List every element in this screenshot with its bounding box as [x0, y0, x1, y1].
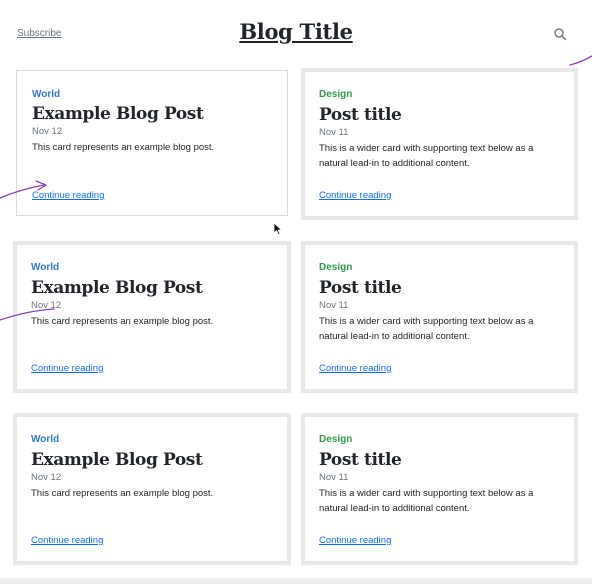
- blog-title[interactable]: Blog Title: [0, 19, 592, 44]
- card-category[interactable]: Design: [319, 262, 352, 273]
- card-title: Example Blog Post: [31, 278, 203, 298]
- card-date: Nov 11: [319, 127, 349, 138]
- card-category[interactable]: World: [32, 89, 60, 100]
- blog-card: World Example Blog Post Nov 12 This card…: [16, 70, 288, 216]
- card-excerpt: This is a wider card with supporting tex…: [319, 316, 534, 342]
- blog-card: Design Post title Nov 11 This is a wider…: [301, 68, 578, 220]
- card-excerpt: This is a wider card with supporting tex…: [319, 488, 534, 514]
- card-excerpt: This card represents an example blog pos…: [31, 488, 214, 499]
- card-date: Nov 12: [31, 472, 62, 483]
- card-date: Nov 11: [319, 300, 349, 311]
- search-icon[interactable]: [553, 27, 567, 41]
- card-excerpt: This is a wider card with supporting tex…: [319, 143, 534, 169]
- card-category[interactable]: Design: [319, 434, 352, 445]
- continue-reading-link[interactable]: Continue reading: [31, 363, 103, 374]
- blog-card: World Example Blog Post Nov 12 This card…: [13, 241, 291, 393]
- card-category[interactable]: World: [31, 262, 59, 273]
- card-date: Nov 11: [319, 472, 349, 483]
- page-bottom-divider: [0, 578, 592, 584]
- card-title: Example Blog Post: [32, 104, 204, 124]
- continue-reading-link[interactable]: Continue reading: [319, 535, 391, 546]
- card-title: Post title: [319, 105, 402, 125]
- continue-reading-link[interactable]: Continue reading: [31, 535, 103, 546]
- card-excerpt: This card represents an example blog pos…: [32, 142, 215, 153]
- card-category[interactable]: World: [31, 434, 59, 445]
- continue-reading-link[interactable]: Continue reading: [319, 190, 391, 201]
- card-title: Post title: [319, 450, 402, 470]
- card-excerpt: This card represents an example blog pos…: [31, 316, 214, 327]
- card-date: Nov 12: [32, 126, 63, 137]
- card-title: Post title: [319, 278, 402, 298]
- blog-card: Design Post title Nov 11 This is a wider…: [301, 241, 578, 393]
- continue-reading-link[interactable]: Continue reading: [319, 363, 391, 374]
- blog-card: Design Post title Nov 11 This is a wider…: [301, 413, 578, 565]
- card-category[interactable]: Design: [319, 89, 352, 100]
- mouse-cursor-icon: [273, 222, 282, 235]
- card-date: Nov 12: [31, 300, 62, 311]
- blog-card: World Example Blog Post Nov 12 This card…: [13, 413, 291, 565]
- card-title: Example Blog Post: [31, 450, 203, 470]
- continue-reading-link[interactable]: Continue reading: [32, 190, 104, 201]
- site-header: Subscribe Blog Title: [0, 0, 592, 66]
